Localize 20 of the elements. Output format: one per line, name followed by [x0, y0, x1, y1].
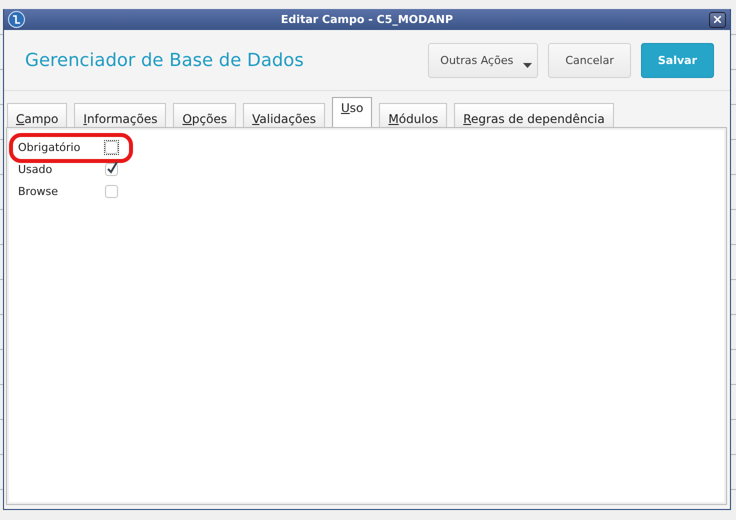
- cancel-button[interactable]: Cancelar: [548, 42, 631, 78]
- tab[interactable]: Campo: [7, 103, 68, 127]
- tab[interactable]: Uso: [332, 97, 372, 127]
- tab[interactable]: Informações: [74, 103, 166, 127]
- window-title: Editar Campo - C5_MODANP: [280, 13, 454, 26]
- tab[interactable]: Módulos: [379, 103, 448, 127]
- checkbox[interactable]: [105, 162, 118, 176]
- checkbox[interactable]: [105, 184, 118, 198]
- app-logo-icon: [8, 11, 25, 28]
- page-title: Gerenciador de Base de Dados: [25, 50, 305, 70]
- checkbox-label: Usado: [18, 162, 54, 176]
- tab[interactable]: Validações: [243, 103, 325, 127]
- more-actions-button[interactable]: Outras Ações: [428, 42, 538, 78]
- checkbox-label: Obrigatório: [18, 140, 82, 154]
- tab[interactable]: Opções: [173, 103, 236, 127]
- close-icon: [714, 16, 721, 23]
- close-button[interactable]: [709, 12, 726, 28]
- tab[interactable]: Regras de dependência: [454, 103, 614, 127]
- caret-icon: [523, 62, 532, 68]
- checkbox-label: Browse: [18, 184, 60, 198]
